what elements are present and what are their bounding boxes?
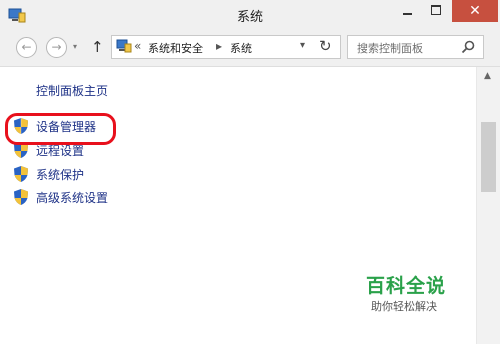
search-box[interactable]: 搜索控制面板 bbox=[347, 35, 484, 59]
shield-icon bbox=[14, 189, 28, 205]
breadcrumb-system-security[interactable]: 系统和安全 bbox=[148, 40, 203, 56]
vertical-scrollbar[interactable]: ▲ bbox=[476, 67, 500, 344]
address-dropdown-icon[interactable]: ▾ bbox=[300, 40, 305, 51]
search-icon[interactable] bbox=[460, 39, 476, 55]
control-panel-icon bbox=[116, 39, 132, 53]
close-button[interactable]: ✕ bbox=[452, 0, 498, 22]
recent-locations-icon[interactable]: ▾ bbox=[73, 42, 77, 51]
forward-button[interactable]: → bbox=[46, 37, 67, 58]
sidebar-item-advanced-system-settings[interactable]: 高级系统设置 bbox=[13, 187, 163, 207]
scroll-up-icon[interactable]: ▲ bbox=[484, 71, 491, 81]
shield-icon bbox=[14, 166, 28, 182]
highlight-annotation bbox=[5, 113, 116, 145]
control-panel-home-link[interactable]: 控制面板主页 bbox=[36, 82, 108, 99]
up-button[interactable]: ↑ bbox=[91, 38, 104, 56]
maximize-button[interactable] bbox=[423, 0, 449, 22]
navigation-bar: ← → ▾ ↑ « 系统和安全 ▸ 系统 ▾ ↻ 搜索控制面板 bbox=[0, 30, 500, 67]
address-bar[interactable]: « 系统和安全 ▸ 系统 ▾ ↻ bbox=[111, 35, 341, 59]
sidebar-item-system-protection[interactable]: 系统保护 bbox=[13, 164, 163, 184]
watermark-subtitle: 助你轻松解决 bbox=[371, 300, 437, 313]
refresh-icon[interactable]: ↻ bbox=[319, 37, 332, 55]
breadcrumb-system[interactable]: 系统 bbox=[230, 40, 252, 56]
scroll-thumb[interactable] bbox=[481, 122, 496, 192]
breadcrumb-overflow-icon[interactable]: « bbox=[134, 39, 141, 53]
search-input[interactable]: 搜索控制面板 bbox=[357, 40, 423, 56]
sidebar-item-label: 高级系统设置 bbox=[36, 191, 109, 205]
back-button[interactable]: ← bbox=[16, 37, 37, 58]
sidebar-item-label: 系统保护 bbox=[36, 168, 85, 182]
breadcrumb-separator-icon[interactable]: ▸ bbox=[216, 39, 222, 53]
title-bar: 系统 ✕ bbox=[0, 0, 500, 30]
minimize-button[interactable] bbox=[394, 0, 420, 22]
watermark-title: 百科全说 bbox=[366, 275, 447, 297]
